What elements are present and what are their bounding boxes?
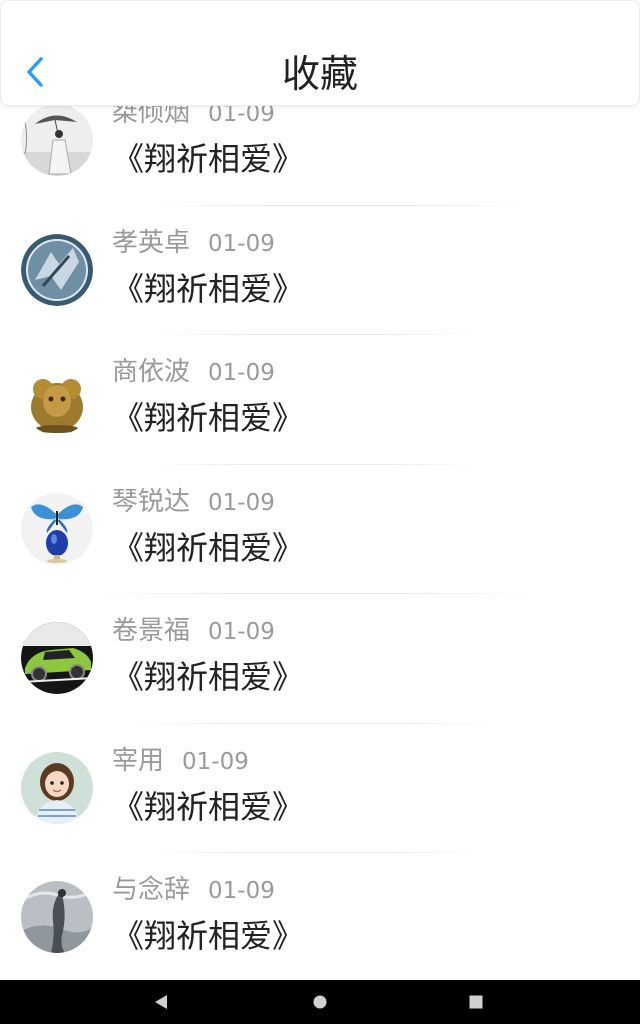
list-item[interactable]: 宰用 01-09 《翔祈相爱》 — [0, 724, 640, 853]
nav-recents-button[interactable] — [446, 980, 506, 1024]
list-item[interactable]: 卷景福 01-09 《翔祈相爱》 — [0, 594, 640, 724]
avatar[interactable] — [21, 492, 93, 565]
favorites-screen: 桀倾烟 01-09 《翔祈相爱》 孝英卓 01-09 《翔祈相爱》 商依波 01… — [0, 0, 640, 1024]
item-meta: 琴锐达 01-09 — [112, 485, 275, 520]
avatar[interactable] — [21, 104, 93, 176]
system-nav-bar — [0, 980, 640, 1024]
item-date: 01-09 — [182, 748, 249, 775]
item-title[interactable]: 《翔祈相爱》 — [112, 786, 304, 828]
item-title[interactable]: 《翔祈相爱》 — [112, 268, 304, 310]
item-date: 01-09 — [208, 230, 275, 257]
item-date: 01-09 — [208, 489, 275, 516]
list-item[interactable]: 琴锐达 01-09 《翔祈相爱》 — [0, 465, 640, 594]
user-name: 卷景福 — [112, 616, 191, 646]
nav-back-button[interactable] — [131, 980, 191, 1024]
app-header: 收藏 — [0, 0, 640, 106]
user-name: 宰用 — [112, 745, 165, 776]
avatar[interactable] — [21, 233, 93, 306]
item-meta: 孝英卓 01-09 — [112, 226, 275, 261]
item-title[interactable]: 《翔祈相爱》 — [112, 915, 304, 957]
list-item[interactable]: 商依波 01-09 《翔祈相爱》 — [0, 335, 640, 465]
nav-back-triangle-icon — [131, 980, 191, 1024]
nav-recents-square-icon — [446, 980, 506, 1024]
item-meta: 卷景福 01-09 — [112, 614, 275, 649]
avatar[interactable] — [21, 363, 93, 435]
nav-home-button[interactable] — [290, 980, 350, 1024]
avatar[interactable] — [21, 751, 93, 824]
item-meta: 宰用 01-09 — [112, 744, 249, 779]
page-title: 收藏 — [281, 52, 358, 96]
item-meta: 与念辞 01-09 — [112, 873, 275, 908]
item-title[interactable]: 《翔祈相爱》 — [112, 138, 304, 180]
item-meta: 商依波 01-09 — [112, 355, 275, 390]
avatar[interactable] — [21, 881, 93, 953]
user-name: 商依波 — [112, 357, 191, 387]
item-date: 01-09 — [208, 360, 275, 386]
user-name: 孝英卓 — [112, 227, 191, 258]
avatar[interactable] — [21, 622, 93, 694]
nav-home-circle-icon — [290, 980, 350, 1024]
item-date: 01-09 — [208, 619, 275, 645]
item-title[interactable]: 《翔祈相爱》 — [112, 527, 304, 569]
user-name: 琴锐达 — [112, 486, 191, 517]
item-title[interactable]: 《翔祈相爱》 — [112, 397, 304, 439]
item-title[interactable]: 《翔祈相爱》 — [112, 656, 304, 698]
favorites-list[interactable]: 桀倾烟 01-09 《翔祈相爱》 孝英卓 01-09 《翔祈相爱》 商依波 01… — [0, 76, 640, 980]
list-item[interactable]: 孝英卓 01-09 《翔祈相爱》 — [0, 206, 640, 335]
list-item[interactable]: 与念辞 01-09 《翔祈相爱》 — [0, 853, 640, 980]
item-date: 01-09 — [208, 878, 275, 904]
user-name: 与念辞 — [112, 875, 191, 905]
